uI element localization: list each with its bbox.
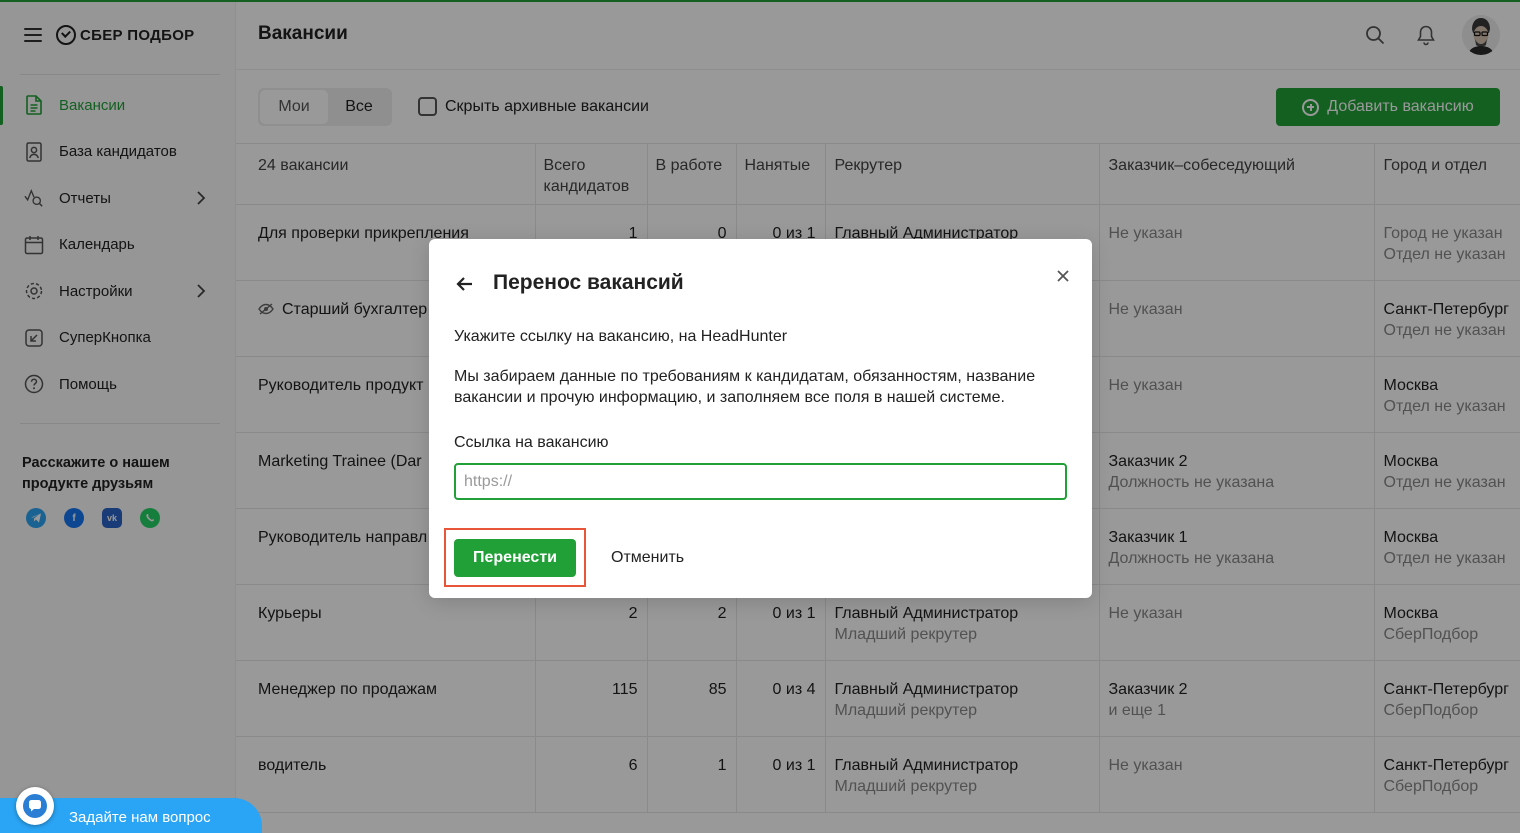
vacancy-link-input[interactable]	[454, 463, 1067, 500]
transfer-button[interactable]: Перенести	[454, 539, 576, 577]
ask-question-label: Задайте нам вопрос	[69, 809, 211, 826]
dialog-title: Перенос вакансий	[493, 271, 684, 294]
cancel-button[interactable]: Отменить	[611, 549, 684, 567]
dialog-subtitle: Укажите ссылку на вакансию, на HeadHunte…	[454, 328, 788, 345]
dialog-description: Мы забираем данные по требованиям к канд…	[454, 368, 1036, 406]
close-icon[interactable]	[1054, 267, 1072, 285]
chat-icon[interactable]	[16, 787, 54, 825]
vacancy-link-label: Ссылка на вакансию	[454, 434, 609, 451]
arrow-left-icon[interactable]	[455, 274, 475, 294]
transfer-vacancy-dialog: Перенос вакансий Укажите ссылку на вакан…	[429, 239, 1092, 598]
